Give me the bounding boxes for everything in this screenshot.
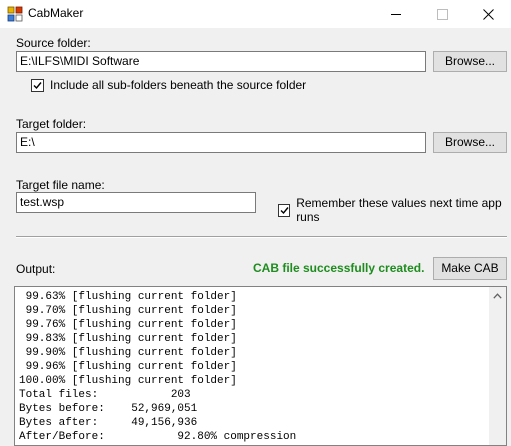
output-log: 99.63% [flushing current folder] 99.70% … <box>19 290 489 444</box>
output-line: 100.00% [flushing current folder] <box>19 375 237 387</box>
status-message: CAB file successfully created. <box>253 261 425 275</box>
source-folder-input[interactable]: E:\ILFS\MIDI Software <box>16 51 426 72</box>
close-button[interactable] <box>465 0 511 28</box>
target-filename-label: Target file name: <box>16 178 105 192</box>
output-line: 99.76% [flushing current folder] <box>19 319 237 331</box>
output-line: 99.83% [flushing current folder] <box>19 333 237 345</box>
include-subfolders-label: Include all sub-folders beneath the sour… <box>50 78 307 92</box>
remember-values-checkbox[interactable]: Remember these values next time app runs <box>278 196 511 224</box>
output-line: 99.70% [flushing current folder] <box>19 305 237 317</box>
vertical-scrollbar[interactable] <box>489 287 506 445</box>
target-folder-input[interactable]: E:\ <box>16 132 426 153</box>
maximize-button[interactable] <box>419 0 465 28</box>
chevron-up-icon <box>493 292 502 299</box>
window-title: CabMaker <box>28 6 84 20</box>
source-browse-button[interactable]: Browse... <box>433 51 507 72</box>
output-line: 99.96% [flushing current folder] <box>19 361 237 373</box>
target-filename-input[interactable]: test.wsp <box>16 192 256 213</box>
remember-values-label: Remember these values next time app runs <box>296 196 502 224</box>
output-label: Output: <box>16 262 56 276</box>
output-line: Bytes before: 52,969,051 <box>19 403 198 415</box>
make-cab-button[interactable]: Make CAB <box>433 257 507 280</box>
output-line: Bytes after: 49,156,936 <box>19 417 198 429</box>
close-icon <box>482 8 494 20</box>
include-subfolders-checkbox[interactable]: Include all sub-folders beneath the sour… <box>31 78 306 92</box>
separator <box>16 236 507 238</box>
checkmark-icon <box>33 81 42 89</box>
minimize-button[interactable] <box>373 0 419 28</box>
remember-values-box[interactable] <box>278 203 291 217</box>
output-line: After/Before: 92.80% compression <box>19 431 297 443</box>
output-line: 99.90% [flushing current folder] <box>19 347 237 359</box>
output-line: 99.63% [flushing current folder] <box>19 291 237 303</box>
include-subfolders-box[interactable] <box>31 78 44 92</box>
minimize-icon <box>391 13 401 15</box>
output-textbox[interactable]: 99.63% [flushing current folder] 99.70% … <box>14 286 507 446</box>
checkmark-icon <box>280 206 289 214</box>
target-browse-button[interactable]: Browse... <box>433 132 507 153</box>
app-icon <box>7 6 23 22</box>
source-folder-label: Source folder: <box>16 36 91 50</box>
output-line: Total files: 203 <box>19 389 191 401</box>
maximize-icon <box>436 8 448 20</box>
scroll-up-button[interactable] <box>489 287 506 304</box>
title-bar: CabMaker <box>0 0 511 28</box>
target-folder-label: Target folder: <box>16 117 87 131</box>
